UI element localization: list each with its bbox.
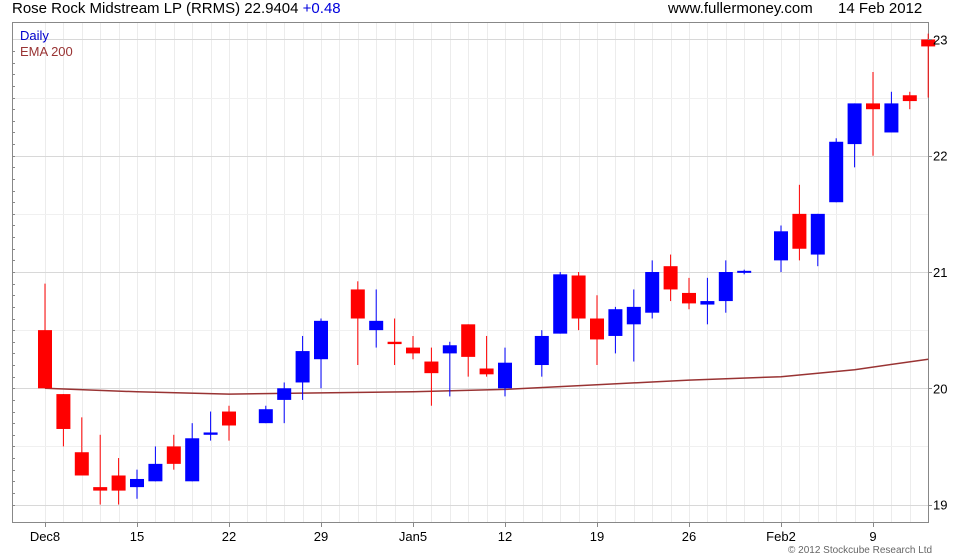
candle-body-up (130, 478, 144, 488)
x-tick-label: 29 (314, 529, 328, 544)
candle-body-up (498, 362, 512, 389)
candle-body-down (56, 394, 71, 429)
y-tick-label: 22 (933, 149, 947, 164)
candle-body-up (185, 438, 200, 482)
candle-body-up (314, 320, 328, 360)
x-tick-label: 9 (869, 529, 876, 544)
legend-ema200: EMA 200 (20, 44, 73, 59)
candle-body-down (424, 361, 439, 374)
candle-body-up (148, 463, 163, 482)
candle-body-up (700, 301, 715, 305)
x-tick-label: Dec8 (30, 529, 60, 544)
candle-body-up (645, 272, 660, 313)
candle-body-up (534, 335, 549, 366)
candle-body-down (902, 95, 917, 102)
candle-body-down (111, 475, 126, 491)
candle-body-down (682, 292, 696, 304)
candle-body-down (590, 318, 604, 340)
candle-body-down (222, 411, 236, 426)
candle-body-down (387, 341, 402, 345)
candle-body-down (38, 330, 52, 389)
candle-body-up (608, 309, 623, 336)
candle-body-down (792, 213, 807, 249)
candle-body-down (406, 347, 420, 354)
candle-body-down (166, 446, 181, 464)
x-tick-label: 22 (222, 529, 236, 544)
candle-body-up (553, 274, 568, 334)
candle-body-up (295, 351, 310, 383)
y-tick-label: 20 (933, 381, 947, 396)
x-tick-label: Jan5 (399, 529, 427, 544)
y-tick-label: 23 (933, 32, 947, 47)
candle-body-up (829, 141, 844, 203)
candle-body-up (203, 432, 218, 435)
candle-body-up (774, 231, 788, 261)
x-tick-label: 12 (498, 529, 512, 544)
legend-daily: Daily (20, 28, 49, 43)
x-tick-label: 15 (130, 529, 144, 544)
candle-body-down (461, 324, 476, 357)
candle-body-up (810, 213, 825, 255)
candle-body-up (258, 409, 273, 424)
candle-body-down (663, 266, 678, 290)
candle-body-up (277, 388, 292, 400)
candle-body-up (737, 270, 752, 273)
candle-body-down (866, 103, 880, 110)
candle-body-down (93, 487, 108, 491)
candle-body-up (369, 320, 384, 331)
x-tick-label: 26 (682, 529, 696, 544)
candle-body-down (74, 452, 89, 476)
candle-body-up (442, 345, 457, 354)
candle-body-up (718, 272, 733, 302)
candle-body-up (626, 306, 641, 325)
candle-body-down (479, 368, 494, 375)
candle-body-down (571, 275, 586, 319)
x-tick-label: 19 (590, 529, 604, 544)
candle-body-up (884, 103, 899, 133)
candlestick-chart: 19 20 21 22 23 Dec8 15 22 29 Jan5 12 19 26 Feb2 9 Daily… (12, 22, 947, 544)
y-tick-label: 19 (933, 498, 947, 513)
x-tick-label: Feb2 (766, 529, 796, 544)
y-tick-label: 21 (933, 265, 947, 280)
candle-body-down (350, 289, 365, 319)
copyright-notice: © 2012 Stockcube Research Ltd (788, 545, 933, 556)
candle-body-up (847, 103, 862, 145)
